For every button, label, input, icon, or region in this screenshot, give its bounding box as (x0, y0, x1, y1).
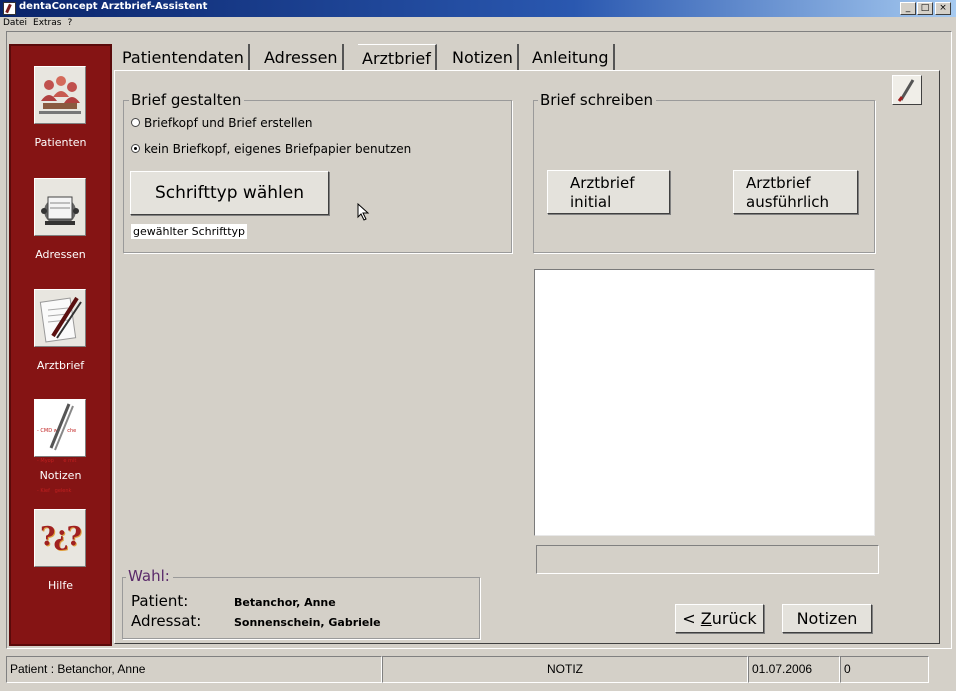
menu-help[interactable]: ? (64, 17, 75, 30)
radio-button[interactable] (131, 118, 140, 127)
option-briefkopf-erstellen[interactable]: Briefkopf und Brief erstellen (131, 116, 313, 130)
button-label: ausführlich (746, 193, 830, 211)
button-label: < Zurück (676, 605, 763, 632)
sidebar-item-patienten[interactable]: Patienten (11, 66, 110, 156)
brief-schreiben-legend: Brief schreiben (538, 91, 656, 109)
letter-preview-area[interactable] (534, 269, 875, 536)
selected-font-field: gewählter Schrifttyp (131, 224, 247, 239)
rolodex-icon (34, 178, 86, 236)
radio-label: kein Briefkopf, eigenes Briefpapier benu… (144, 142, 412, 156)
tab-arztbrief[interactable]: Arztbrief (358, 44, 437, 70)
sidebar-item-label: Arztbrief (36, 359, 85, 372)
sidebar-item-label: Hilfe (47, 579, 74, 592)
notes-icon: - CMD w che - Myop e mit - Kief gelenk (34, 399, 86, 494)
note-line: - Myop e mit (37, 458, 77, 464)
status-count: 0 (840, 656, 929, 683)
maximize-button[interactable]: □ (917, 2, 933, 15)
patient-value: Betanchor, Anne (234, 596, 336, 609)
tab-anleitung[interactable]: Anleitung (528, 44, 615, 70)
menu-extras[interactable]: Extras (30, 17, 64, 30)
title-bar: dentaConcept Arztbrief-Assistent _ □ × (0, 0, 956, 17)
adressat-label: Adressat: (131, 612, 202, 630)
arztbrief-initial-button[interactable]: Arztbrief initial (547, 170, 670, 214)
button-label: Schrifttyp wählen (155, 183, 304, 203)
status-mode: NOTIZ (382, 656, 748, 683)
patients-icon (34, 66, 86, 124)
brief-gestalten-legend: Brief gestalten (129, 91, 245, 109)
pen-icon[interactable] (892, 75, 922, 105)
minimize-button[interactable]: _ (900, 2, 916, 15)
accelerator-key: Z (700, 609, 712, 628)
tab-patientendaten[interactable]: Patientendaten (118, 44, 250, 70)
note-line: - Kief gelenk (37, 488, 72, 494)
button-label: Arztbrief (570, 174, 635, 192)
app-icon (3, 2, 16, 15)
tab-notizen[interactable]: Notizen (448, 44, 519, 70)
menu-bar: Datei Extras? (0, 17, 956, 31)
option-kein-briefkopf[interactable]: kein Briefkopf, eigenes Briefpapier benu… (131, 142, 411, 156)
menu-datei[interactable]: Datei (0, 17, 30, 30)
notizen-button[interactable]: Notizen (782, 604, 872, 633)
radio-button-selected[interactable] (131, 144, 140, 153)
sidebar-item-notizen[interactable]: - CMD w che - Myop e mit - Kief gelenk N… (11, 399, 110, 494)
letter-pen-icon (34, 289, 86, 347)
tab-adressen[interactable]: Adressen (260, 44, 344, 70)
adressat-value: Sonnenschein, Gabriele (234, 616, 381, 629)
radio-label: Briefkopf und Brief erstellen (144, 116, 313, 130)
font-select-button[interactable]: Schrifttyp wählen (130, 171, 329, 215)
sidebar-item-label: Notizen (39, 469, 82, 482)
status-patient: Patient : Betanchor, Anne (6, 656, 382, 683)
sidebar-item-arztbrief[interactable]: Arztbrief (11, 289, 110, 379)
sidebar: Patienten Adressen Arztbrief - CMD w che… (9, 44, 112, 646)
progress-field (536, 545, 879, 574)
wahl-legend: Wahl: (126, 567, 173, 585)
back-arrow: < (682, 609, 701, 628)
close-button[interactable]: × (935, 2, 951, 15)
window-title: dentaConcept Arztbrief-Assistent (19, 1, 208, 12)
button-label: initial (570, 193, 612, 211)
status-date: 01.07.2006 (748, 656, 840, 683)
sidebar-item-label: Adressen (35, 248, 86, 261)
button-label: Arztbrief (746, 174, 811, 192)
help-glyph: ?¿? (40, 522, 82, 552)
patient-label: Patient: (131, 592, 189, 610)
sidebar-item-label: Patienten (34, 136, 87, 149)
button-label: Notizen (796, 609, 858, 628)
sidebar-item-adressen[interactable]: Adressen (11, 178, 110, 268)
sidebar-item-hilfe[interactable]: ?¿? Hilfe (11, 509, 110, 599)
mouse-cursor-icon (357, 203, 370, 221)
back-label-rest: urück (711, 609, 757, 628)
back-button[interactable]: < Zurück (675, 604, 764, 633)
arztbrief-ausfuehrlich-button[interactable]: Arztbrief ausführlich (733, 170, 858, 214)
help-icon: ?¿? (34, 509, 86, 567)
